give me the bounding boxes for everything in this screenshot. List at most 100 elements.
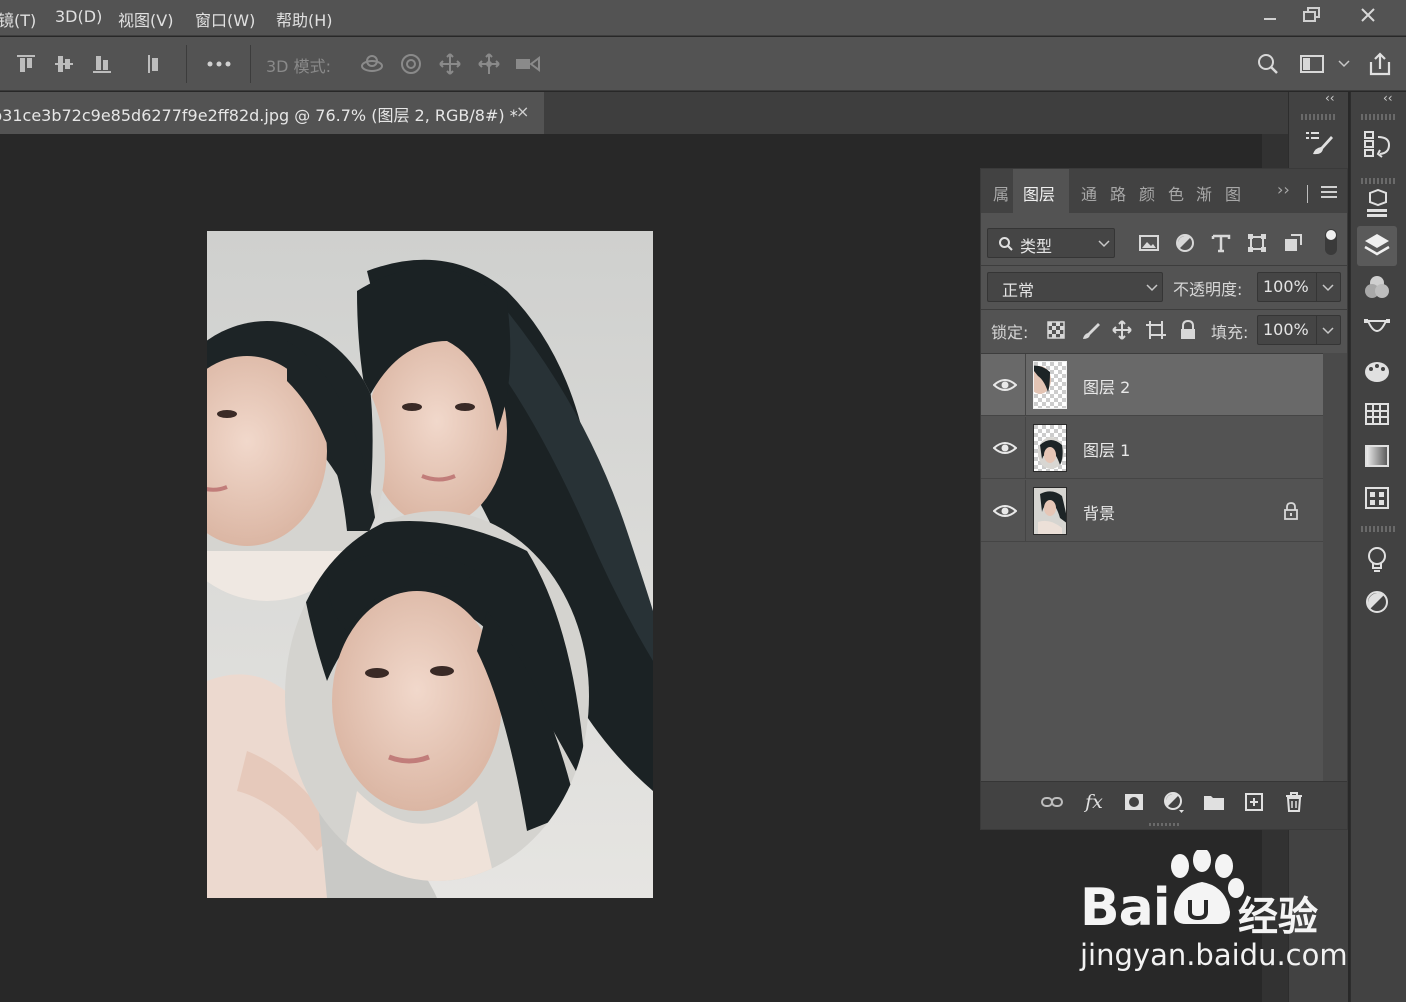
- dock-grip[interactable]: [1361, 526, 1395, 532]
- tab-layers[interactable]: 图层: [1023, 181, 1055, 205]
- menu-window[interactable]: 窗口(W): [195, 7, 255, 31]
- fill-input[interactable]: 100%: [1257, 315, 1341, 345]
- 3d-panel-button[interactable]: [1357, 184, 1397, 224]
- layers-panel-footer: fx: [981, 781, 1347, 821]
- restore-button[interactable]: [1290, 0, 1334, 30]
- menu-help[interactable]: 帮助(H): [276, 7, 333, 31]
- layer-name: 背景: [1083, 504, 1116, 523]
- lock-pixels-button[interactable]: [1081, 321, 1101, 341]
- patterns-button[interactable]: [1357, 478, 1397, 518]
- tab-channels[interactable]: 通: [1081, 181, 1097, 205]
- 3d-roll-icon: [401, 54, 421, 74]
- menu-view[interactable]: 视图(V): [118, 7, 173, 31]
- 3d-orbit-button[interactable]: [358, 50, 386, 78]
- learn-button[interactable]: [1357, 540, 1397, 580]
- layer-filter-select[interactable]: 类型: [987, 228, 1115, 258]
- filter-shape-button[interactable]: [1247, 233, 1267, 253]
- adjustments-button[interactable]: [1357, 582, 1397, 622]
- tab-gradients[interactable]: 渐: [1196, 181, 1212, 205]
- align-left-button[interactable]: [140, 50, 168, 78]
- panel-resize-grip[interactable]: [981, 821, 1347, 829]
- close-tab-button[interactable]: ×: [516, 102, 529, 121]
- layer-row-background[interactable]: 背景: [981, 480, 1323, 542]
- fill-label: 填充:: [1211, 323, 1249, 342]
- new-layer-button[interactable]: [1243, 791, 1265, 813]
- tab-paths[interactable]: 路: [1110, 181, 1126, 205]
- gradients-button[interactable]: [1357, 436, 1397, 476]
- eye-icon[interactable]: [993, 439, 1017, 457]
- 3d-roll-button[interactable]: [397, 50, 425, 78]
- layers-panel-button[interactable]: [1357, 226, 1397, 266]
- filter-adjustment-button[interactable]: [1175, 233, 1195, 253]
- new-adjustment-button[interactable]: [1163, 791, 1185, 813]
- dock-grip[interactable]: [1301, 114, 1335, 120]
- 3d-pan-button[interactable]: [436, 50, 464, 78]
- divider: [981, 309, 1347, 310]
- filter-toggle[interactable]: [1325, 229, 1337, 255]
- align-bottom-button[interactable]: [88, 50, 116, 78]
- filter-smart-object-button[interactable]: [1283, 233, 1303, 253]
- layer-row-layer-2[interactable]: 图层 2: [981, 354, 1323, 416]
- lock-transparent-button[interactable]: [1047, 321, 1065, 339]
- 3d-slide-button[interactable]: [475, 50, 503, 78]
- document-tab[interactable]: b31ce3b72c9e85d6277f9e2ff82d.jpg @ 76.7%…: [0, 92, 544, 134]
- 3d-scale-button[interactable]: [514, 50, 542, 78]
- tab-color[interactable]: 颜: [1139, 181, 1155, 205]
- hamburger-menu-icon: [1321, 186, 1337, 198]
- lock-artboard-button[interactable]: [1145, 320, 1167, 340]
- link-layers-button[interactable]: [1041, 791, 1063, 813]
- lock-label: 锁定:: [991, 323, 1029, 342]
- tab-swatches[interactable]: 色: [1168, 181, 1184, 205]
- search-icon: [1258, 54, 1278, 74]
- 3d-slide-icon: [478, 53, 500, 74]
- align-vcenter-button[interactable]: [50, 50, 78, 78]
- search-button[interactable]: [1254, 50, 1282, 78]
- workspace-dropdown[interactable]: [1334, 50, 1354, 78]
- minimize-icon: [1264, 18, 1276, 20]
- layer-thumbnail: [1033, 424, 1067, 472]
- menu-3d[interactable]: 3D(D): [55, 7, 102, 26]
- panel-menu-button[interactable]: [1321, 185, 1337, 199]
- image-icon: [1139, 235, 1159, 251]
- filter-type-button[interactable]: [1211, 233, 1231, 253]
- delete-layer-button[interactable]: [1283, 791, 1305, 813]
- layer-style-button[interactable]: fx: [1083, 791, 1105, 813]
- workspace-button[interactable]: [1298, 50, 1326, 78]
- layers-scrollbar[interactable]: [1323, 353, 1347, 781]
- new-group-button[interactable]: [1203, 791, 1225, 813]
- blend-mode-select[interactable]: 正常: [987, 272, 1163, 302]
- eye-icon[interactable]: [993, 502, 1017, 520]
- share-button[interactable]: [1366, 50, 1394, 78]
- filter-pixel-button[interactable]: [1139, 233, 1159, 253]
- eye-icon[interactable]: [993, 376, 1017, 394]
- opacity-input[interactable]: 100%: [1257, 272, 1341, 302]
- collapse-panels-button[interactable]: ‹‹: [1383, 91, 1393, 105]
- watermark-brand: Bai: [1080, 878, 1171, 938]
- search-icon: [999, 237, 1013, 251]
- lock-position-button[interactable]: [1112, 320, 1132, 340]
- tab-patterns[interactable]: 图: [1225, 181, 1241, 205]
- align-top-button[interactable]: [12, 50, 40, 78]
- collapse-panels-button[interactable]: ‹‹: [1325, 91, 1335, 105]
- minimize-button[interactable]: [1248, 0, 1292, 30]
- layer-row-layer-1[interactable]: 图层 1: [981, 417, 1323, 479]
- color-button[interactable]: [1357, 352, 1397, 392]
- brush-icon: [1083, 323, 1100, 339]
- separator: [1307, 185, 1308, 203]
- menu-filter[interactable]: 镜(T): [0, 7, 36, 31]
- lock-all-button[interactable]: [1179, 320, 1197, 340]
- brush-settings-button[interactable]: [1299, 124, 1339, 164]
- history-button[interactable]: [1357, 124, 1397, 164]
- shape-transform-icon: [1248, 234, 1266, 252]
- close-window-button[interactable]: [1346, 0, 1390, 30]
- channels-button[interactable]: [1357, 268, 1397, 308]
- paths-button[interactable]: [1357, 310, 1397, 350]
- more-options-button[interactable]: [205, 50, 233, 78]
- tabs-overflow-button[interactable]: ››: [1277, 180, 1290, 199]
- chevron-down-icon: [1098, 240, 1110, 248]
- dock-grip[interactable]: [1361, 114, 1395, 120]
- swatches-button[interactable]: [1357, 394, 1397, 434]
- document-image[interactable]: [207, 231, 653, 898]
- tab-properties[interactable]: 属: [993, 181, 1009, 205]
- add-mask-button[interactable]: [1123, 791, 1145, 813]
